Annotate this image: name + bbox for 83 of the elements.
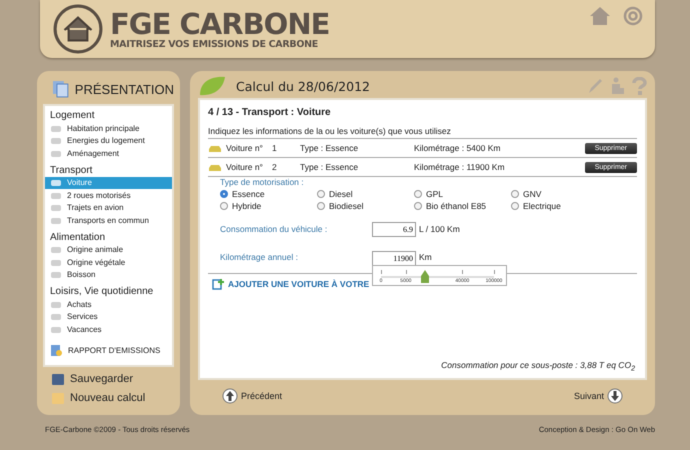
total-text: Consommation pour ce sous-poste : 3,88 T eq CO$_{2}$: [440, 360, 636, 373]
menu-item-icon: [50, 178, 62, 188]
radio-option[interactable]: Essence: [220, 189, 317, 199]
menu-group-label: Logement: [49, 109, 96, 122]
car-icon: [208, 144, 222, 152]
radio-option[interactable]: GPL: [414, 189, 511, 199]
menu-group-label: Loisirs, Vie quotidienne: [49, 285, 154, 298]
menu-item[interactable]: Origine végétale: [45, 256, 172, 268]
menu-item[interactable]: Aménagement: [45, 147, 172, 160]
unit-label: Km: [419, 252, 432, 262]
previous-button[interactable]: Précédent: [222, 388, 282, 404]
slider-thumb[interactable]: [421, 270, 430, 283]
action-icon: [51, 392, 65, 404]
menu-item[interactable]: Trajets en avion: [45, 202, 172, 214]
leaf-icon: [198, 75, 226, 97]
consumption-field[interactable]: 6.9: [372, 222, 416, 236]
radio-button[interactable]: [414, 190, 422, 198]
radio-option[interactable]: Bio éthanol E85: [414, 201, 511, 211]
sidebar-action[interactable]: Nouveau calcul: [43, 386, 174, 404]
menu-item-icon: [50, 300, 62, 309]
car-icon: [208, 162, 222, 172]
radio-button[interactable]: [511, 190, 519, 198]
menu-item-icon: [50, 270, 62, 280]
menu-item-icon: [50, 190, 62, 200]
menu-item[interactable]: Origine animale: [45, 244, 172, 256]
field-label: Type de motorisation :: [220, 177, 305, 187]
sidebar-action[interactable]: Sauvegarder: [43, 366, 174, 386]
car-type: Type : Essence: [300, 143, 360, 153]
car-mileage: Kilométrage : 11900 Km: [414, 162, 506, 172]
car-number: 1: [272, 143, 278, 153]
radio-option[interactable]: Electrique: [511, 201, 608, 211]
menu-group-label: Transport: [49, 164, 94, 176]
menu-item-icon: [50, 245, 62, 254]
menu-item-icon: [50, 136, 62, 146]
menu-item[interactable]: Transports en commun: [45, 214, 172, 226]
menu-item[interactable]: Vacances: [45, 323, 172, 336]
radio-option[interactable]: Biodiesel: [317, 201, 414, 211]
field-label: Kilométrage annuel :: [220, 252, 299, 262]
menu-item-icon: [50, 312, 62, 322]
menu-item-icon: [50, 203, 62, 212]
documents-icon: [51, 79, 71, 99]
report-icon: [50, 344, 64, 358]
car-mileage: Kilométrage : 5400 Km: [414, 143, 502, 153]
field-label: Consommation du véhicule :: [220, 224, 328, 234]
radio-button[interactable]: [414, 202, 422, 210]
mileage-field[interactable]: 11900: [372, 251, 416, 266]
menu-item-icon: [50, 258, 62, 267]
menu-item-icon: [50, 324, 62, 334]
section-heading: 4 / 13 - Transport : Voiture: [208, 107, 332, 118]
radio-button[interactable]: [511, 202, 519, 210]
site-title: FGE CARBONE: [110, 8, 330, 38]
menu-item-icon: [50, 148, 62, 158]
car-type: Type : Essence: [300, 162, 360, 172]
menu-item[interactable]: Energies du logement: [45, 134, 172, 147]
car-label: Voiture n°: [226, 143, 264, 153]
menu-item[interactable]: Achats: [45, 298, 172, 310]
menu-item-icon: [50, 216, 62, 225]
action-icon: [51, 372, 65, 386]
menu-item[interactable]: Boisson: [45, 268, 172, 281]
menu-item[interactable]: Services: [45, 310, 172, 323]
radio-button[interactable]: [317, 202, 325, 210]
menu-item[interactable]: 2 roues motorisés: [45, 189, 172, 202]
radio-button[interactable]: [220, 202, 228, 210]
instruction-text: Indiquez les informations de la ou les voiture(s) que vous utilisez: [208, 126, 637, 139]
calculation-title: Calcul du 28/06/2012: [236, 78, 370, 94]
house-logo-icon: [52, 3, 104, 55]
add-icon: [212, 278, 224, 290]
radio-option[interactable]: Hybride: [220, 201, 317, 211]
radio-button[interactable]: [220, 190, 228, 198]
site-subtitle: MAITRISEZ VOS EMISSIONS DE CARBONE: [110, 38, 319, 50]
radio-option[interactable]: Diesel: [317, 189, 414, 199]
unit-label: L / 100 Km: [419, 224, 460, 234]
menu-group-label: Alimentation: [49, 230, 106, 244]
home-icon[interactable]: [589, 6, 611, 26]
menu-item[interactable]: Habitation principale: [45, 122, 172, 134]
car-label: Voiture n°: [226, 162, 264, 172]
car-number: 2: [272, 162, 278, 172]
radio-option[interactable]: GNV: [511, 189, 608, 199]
menu-item-icon: [50, 124, 62, 133]
next-button[interactable]: Suivant: [574, 388, 623, 404]
sidebar-title: PRÉSENTATION: [74, 82, 174, 96]
report-link[interactable]: RAPPORT D'EMISSIONS: [45, 340, 172, 362]
radio-button[interactable]: [317, 190, 325, 198]
